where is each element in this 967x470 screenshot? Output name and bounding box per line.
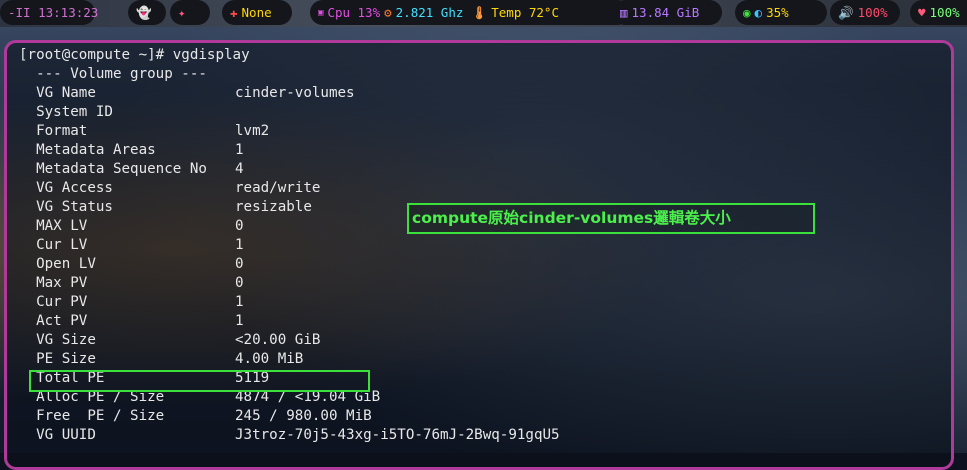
sparkle-widget[interactable]: ✦ bbox=[170, 0, 210, 25]
row-value: read/write bbox=[235, 180, 321, 196]
row-value: 1 bbox=[235, 237, 244, 253]
row-value: 4.00 MiB bbox=[235, 351, 304, 367]
updates-text: None bbox=[241, 5, 272, 20]
row-label: Max PV bbox=[19, 275, 88, 291]
row-label: VG Access bbox=[19, 180, 113, 196]
ghost-icon: 👻 bbox=[136, 4, 152, 20]
memory-text: 13.84 GiB bbox=[631, 5, 700, 20]
row-label: VG UUID bbox=[19, 427, 96, 443]
heart-pulse-icon: ♥ bbox=[918, 5, 926, 20]
volume-widget[interactable]: 🔊 100% bbox=[830, 0, 900, 25]
memory-icon: ▥ bbox=[620, 5, 628, 20]
freq-text: 2.821 Ghz bbox=[395, 5, 464, 20]
row-value: 4 bbox=[235, 161, 244, 177]
display-widget[interactable]: ◉ ◐ 35% bbox=[735, 0, 827, 25]
row-label: System ID bbox=[19, 104, 113, 120]
system-widget[interactable]: ▣ Cpu 13% ⚙ 2.821 Ghz 🌡 Temp 72°C bbox=[310, 0, 630, 25]
row-label: Cur PV bbox=[19, 294, 88, 310]
vg-size-highlight-box bbox=[29, 370, 370, 392]
row-label: Metadata Areas bbox=[19, 142, 156, 158]
row-value: 0 bbox=[235, 275, 244, 291]
clock-widget[interactable]: -II 13:13:23 bbox=[0, 0, 99, 25]
row-value: 1 bbox=[235, 142, 244, 158]
row-label: Format bbox=[19, 123, 88, 139]
row-label: Free PE / Size bbox=[19, 408, 165, 424]
processor-icon: ⚙ bbox=[384, 5, 392, 20]
eye-icon: ◉ bbox=[743, 5, 751, 20]
terminal-window[interactable]: [root@compute ~]# vgdisplay --- Volume g… bbox=[4, 40, 954, 470]
row-label: Act PV bbox=[19, 313, 88, 329]
row-label: Open LV bbox=[19, 256, 96, 272]
row-value: 1 bbox=[235, 294, 244, 310]
command-prompt: [root@compute ~]# vgdisplay bbox=[19, 47, 250, 63]
row-value: 0 bbox=[235, 218, 244, 234]
row-label: Cur LV bbox=[19, 237, 88, 253]
row-label: VG Name bbox=[19, 85, 96, 101]
row-value: 245 / 980.00 MiB bbox=[235, 408, 372, 424]
row-label: PE Size bbox=[19, 351, 96, 367]
temp-text: Temp 72°C bbox=[491, 5, 559, 20]
sparkle-icon: ✦ bbox=[178, 5, 186, 20]
thermometer-icon: 🌡 bbox=[471, 4, 488, 20]
row-value: lvm2 bbox=[235, 123, 270, 139]
row-value: 1 bbox=[235, 313, 244, 329]
section-header: --- Volume group --- bbox=[19, 66, 207, 82]
row-label: Metadata Sequence No bbox=[19, 161, 207, 177]
row-value: J3troz-70j5-43xg-i5TO-76mJ-2Bwq-91gqU5 bbox=[235, 427, 560, 443]
row-value: <20.00 GiB bbox=[235, 332, 321, 348]
memory-widget[interactable]: ▥ 13.84 GiB bbox=[612, 0, 722, 25]
medkit-icon: ✚ bbox=[230, 5, 238, 20]
cpu-chip-icon: ▣ bbox=[318, 7, 324, 18]
status-bar: -II 13:13:23 👻 ✦ ✚ None ▣ Cpu 13% ⚙ 2.82… bbox=[0, 0, 967, 27]
battery-widget[interactable]: ♥ 100% bbox=[910, 0, 967, 25]
row-value: 0 bbox=[235, 256, 244, 272]
brightness-icon: ◐ bbox=[754, 5, 763, 20]
row-value: cinder-volumes bbox=[235, 85, 355, 101]
brightness-text: 35% bbox=[766, 5, 789, 20]
speaker-icon: 🔊 bbox=[838, 4, 854, 20]
row-label: VG Size bbox=[19, 332, 96, 348]
cpu-text: Cpu 13% bbox=[327, 5, 381, 20]
row-label: MAX LV bbox=[19, 218, 88, 234]
annotation-label: compute原始cinder-volumes邏輯卷大小 bbox=[407, 203, 815, 234]
battery-text: 100% bbox=[929, 5, 960, 20]
updates-widget[interactable]: ✚ None bbox=[222, 0, 292, 25]
volume-text: 100% bbox=[857, 5, 888, 20]
row-label: VG Status bbox=[19, 199, 113, 215]
clock-text: -II 13:13:23 bbox=[8, 5, 99, 20]
row-value: resizable bbox=[235, 199, 312, 215]
ghost-widget[interactable]: 👻 bbox=[128, 0, 166, 25]
